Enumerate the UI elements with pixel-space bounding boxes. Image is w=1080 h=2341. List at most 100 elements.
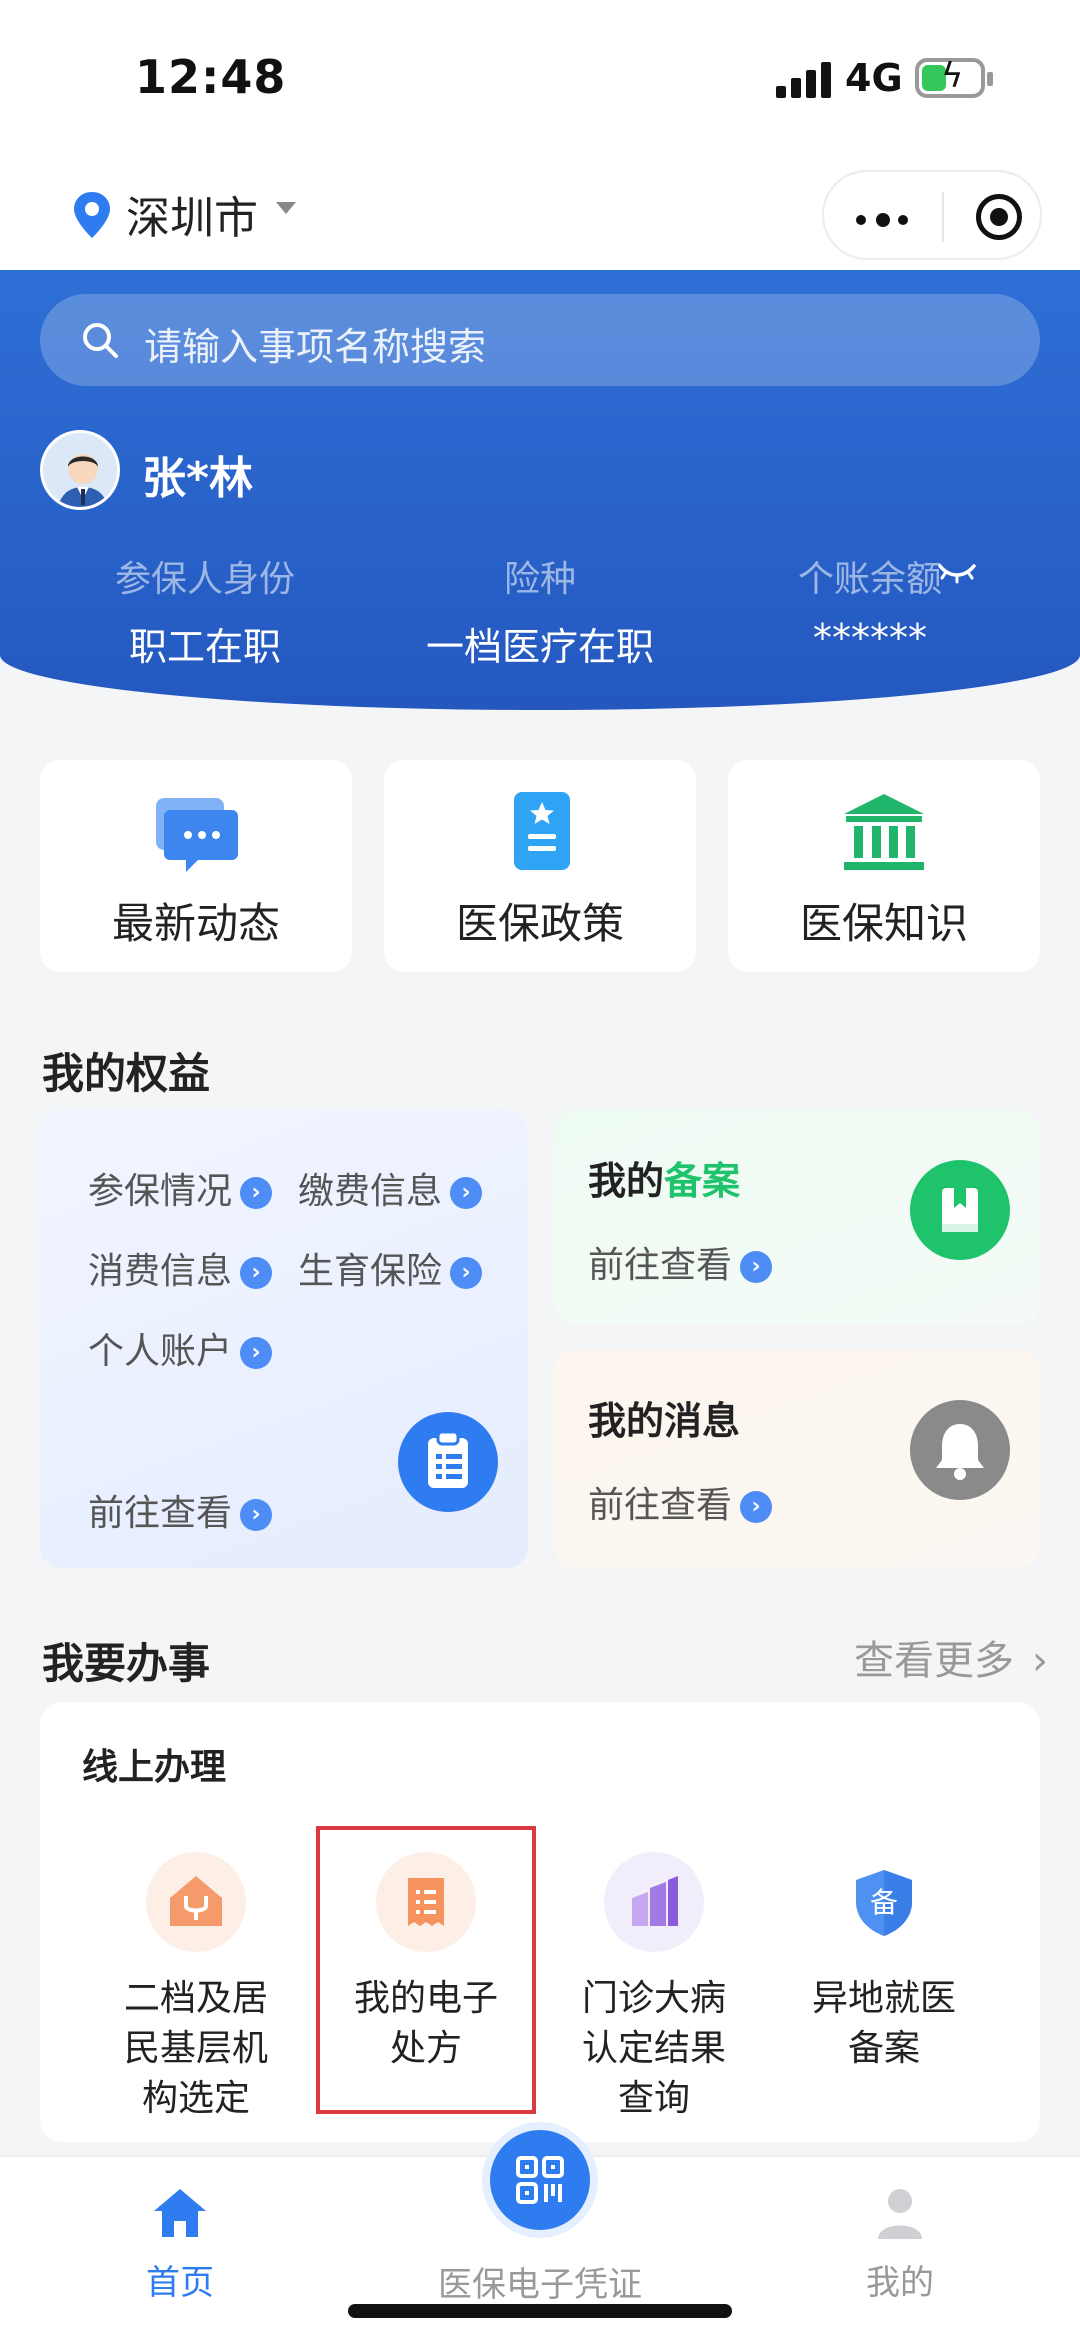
miniprogram-capsule: [822, 170, 1042, 260]
my-filing-title: 我的备案: [588, 1150, 740, 1205]
my-filing-card[interactable]: 我的备案 前往查看 ›: [554, 1110, 1040, 1324]
rights-link-label: 消费信息: [88, 1251, 233, 1292]
shield-bei-icon: 备: [834, 1852, 934, 1952]
rights-link-label: 个人账户: [88, 1331, 233, 1372]
chevron-right-icon: ›: [240, 1257, 273, 1289]
bell-icon[interactable]: [910, 1400, 1010, 1500]
capsule-divider: [942, 192, 944, 242]
shield-char: 备: [870, 1886, 898, 1919]
quick-link-news[interactable]: 最新动态: [40, 760, 352, 972]
label-line: 认定结果: [581, 2028, 726, 2069]
chat-bubble-icon: [156, 798, 238, 872]
label-line: 备案: [847, 2028, 920, 2069]
network-type: 4G: [845, 56, 903, 100]
user-icon: [878, 2189, 922, 2239]
chevron-right-icon: ›: [740, 1491, 773, 1523]
search-bar[interactable]: 请输入事项名称搜索: [40, 294, 1040, 386]
chevron-right-icon: ›: [240, 1177, 273, 1209]
rights-link-maternity-insurance[interactable]: 生育保险 ›: [298, 1242, 483, 1294]
location-pin-icon[interactable]: [70, 190, 114, 240]
filing-go-view[interactable]: 前往查看 ›: [588, 1236, 773, 1288]
service-remote-medical-filing[interactable]: 备 异地就医 备案: [784, 1852, 984, 2074]
eye-closed-icon[interactable]: [936, 558, 978, 588]
label-line: 查询: [617, 2078, 690, 2119]
service-outpatient-major-illness[interactable]: 门诊大病 认定结果 查询: [554, 1852, 754, 2124]
rights-link-label: 缴费信息: [298, 1171, 443, 1212]
avatar[interactable]: [40, 430, 120, 510]
rights-link-label: 生育保险: [298, 1251, 443, 1292]
service-tier2-resident-institution[interactable]: 二档及居 民基层机 构选定: [96, 1852, 296, 2124]
battery-icon: ϟ: [915, 56, 993, 98]
quick-link-label: 医保知识: [799, 899, 968, 948]
see-more-link[interactable]: 查看更多 ›: [854, 1628, 1048, 1686]
title-highlight: 备案: [664, 1159, 741, 1203]
quick-link-knowledge[interactable]: 医保知识: [728, 760, 1040, 972]
account-balance: 个账余额 ******: [705, 550, 1035, 660]
insurance-type: 险种 一档医疗在职: [375, 550, 705, 671]
chevron-right-icon: ›: [740, 1251, 773, 1283]
user-hero-banner: 请输入事项名称搜索 张*林 参保人身份 职工在职 险种 一档医疗在职 个账余额 …: [0, 270, 1080, 710]
rights-card: 参保情况 › 缴费信息 › 消费信息 › 生育保险 › 个人账户 › 前往查看 ›: [40, 1110, 528, 1568]
home-icon: [154, 2189, 206, 2237]
home-indicator: [348, 2304, 732, 2318]
go-view-label: 前往查看: [588, 1485, 733, 1526]
online-services-subtitle: 线上办理: [82, 1747, 227, 1788]
my-messages-card[interactable]: 我的消息 前往查看 ›: [554, 1350, 1040, 1568]
chevron-right-icon: ›: [450, 1177, 483, 1209]
see-more-label: 查看更多: [854, 1638, 1014, 1684]
rights-link-consumption-info[interactable]: 消费信息 ›: [88, 1242, 273, 1294]
tab-voucher[interactable]: [482, 2122, 598, 2238]
quick-link-policy[interactable]: 医保政策: [384, 760, 696, 972]
section-title-services: 我要办事: [42, 1639, 211, 1688]
city-selector[interactable]: 深圳市: [126, 182, 258, 246]
rights-link-personal-account[interactable]: 个人账户 ›: [88, 1322, 273, 1374]
tab-home[interactable]: 首页: [120, 2185, 240, 2304]
rights-go-view[interactable]: 前往查看 ›: [88, 1484, 273, 1536]
label-line: 异地就医: [811, 1978, 956, 2019]
rights-link-insured-status[interactable]: 参保情况 ›: [88, 1162, 273, 1214]
user-name: 张*林: [142, 453, 254, 504]
chevron-right-icon: ›: [240, 1337, 273, 1369]
chevron-down-icon[interactable]: [276, 202, 296, 214]
search-input[interactable]: 请输入事项名称搜索: [144, 316, 486, 371]
label-line: 民基层机: [123, 2028, 268, 2069]
close-miniprogram-icon[interactable]: [976, 194, 1022, 240]
messages-go-view[interactable]: 前往查看 ›: [588, 1476, 773, 1528]
info-value: 一档医疗在职: [425, 625, 654, 669]
go-view-label: 前往查看: [588, 1245, 733, 1286]
quick-link-label: 医保政策: [455, 899, 624, 948]
signal-icon: [776, 62, 832, 98]
my-messages-title: 我的消息: [588, 1399, 741, 1443]
label-line: 构选定: [141, 2078, 250, 2119]
nav-bar: 深圳市: [0, 160, 1080, 270]
institution-building-icon: [844, 794, 924, 870]
info-label: 险种: [503, 559, 576, 600]
quick-link-label: 最新动态: [111, 899, 280, 948]
bar-chart-icon: [604, 1852, 704, 1952]
insured-identity: 参保人身份 职工在职: [40, 550, 370, 671]
info-label: 参保人身份: [114, 559, 295, 600]
info-label: 个账余额: [797, 559, 942, 600]
highlight-box: [316, 1826, 536, 2114]
policy-document-icon: [514, 792, 570, 870]
tab-label: 医保电子凭证: [438, 2265, 642, 2305]
book-icon[interactable]: [910, 1160, 1010, 1260]
info-value: 职工在职: [128, 625, 281, 669]
chevron-right-icon: ›: [450, 1257, 483, 1289]
section-title-rights: 我的权益: [42, 1049, 211, 1098]
title-prefix: 我的: [588, 1159, 665, 1203]
go-view-label: 前往查看: [88, 1493, 233, 1534]
house-stethoscope-icon: [146, 1852, 246, 1952]
qr-code-icon: [516, 2156, 564, 2204]
service-label: 异地就医 备案: [784, 1974, 984, 2074]
more-icon[interactable]: [856, 198, 916, 238]
service-label: 门诊大病 认定结果 查询: [554, 1974, 754, 2124]
tab-label: 首页: [146, 2263, 214, 2303]
online-services-card: 线上办理 二档及居 民基层机 构选定 我的电子 处方 门诊大病 认定结果 查询 …: [40, 1702, 1040, 2142]
tab-mine[interactable]: 我的: [840, 2185, 960, 2304]
info-value: ******: [813, 616, 927, 660]
rights-link-payment-info[interactable]: 缴费信息 ›: [298, 1162, 483, 1214]
clipboard-icon[interactable]: [398, 1412, 498, 1512]
tab-voucher-label[interactable]: 医保电子凭证: [400, 2257, 680, 2306]
rights-link-label: 参保情况: [88, 1171, 233, 1212]
